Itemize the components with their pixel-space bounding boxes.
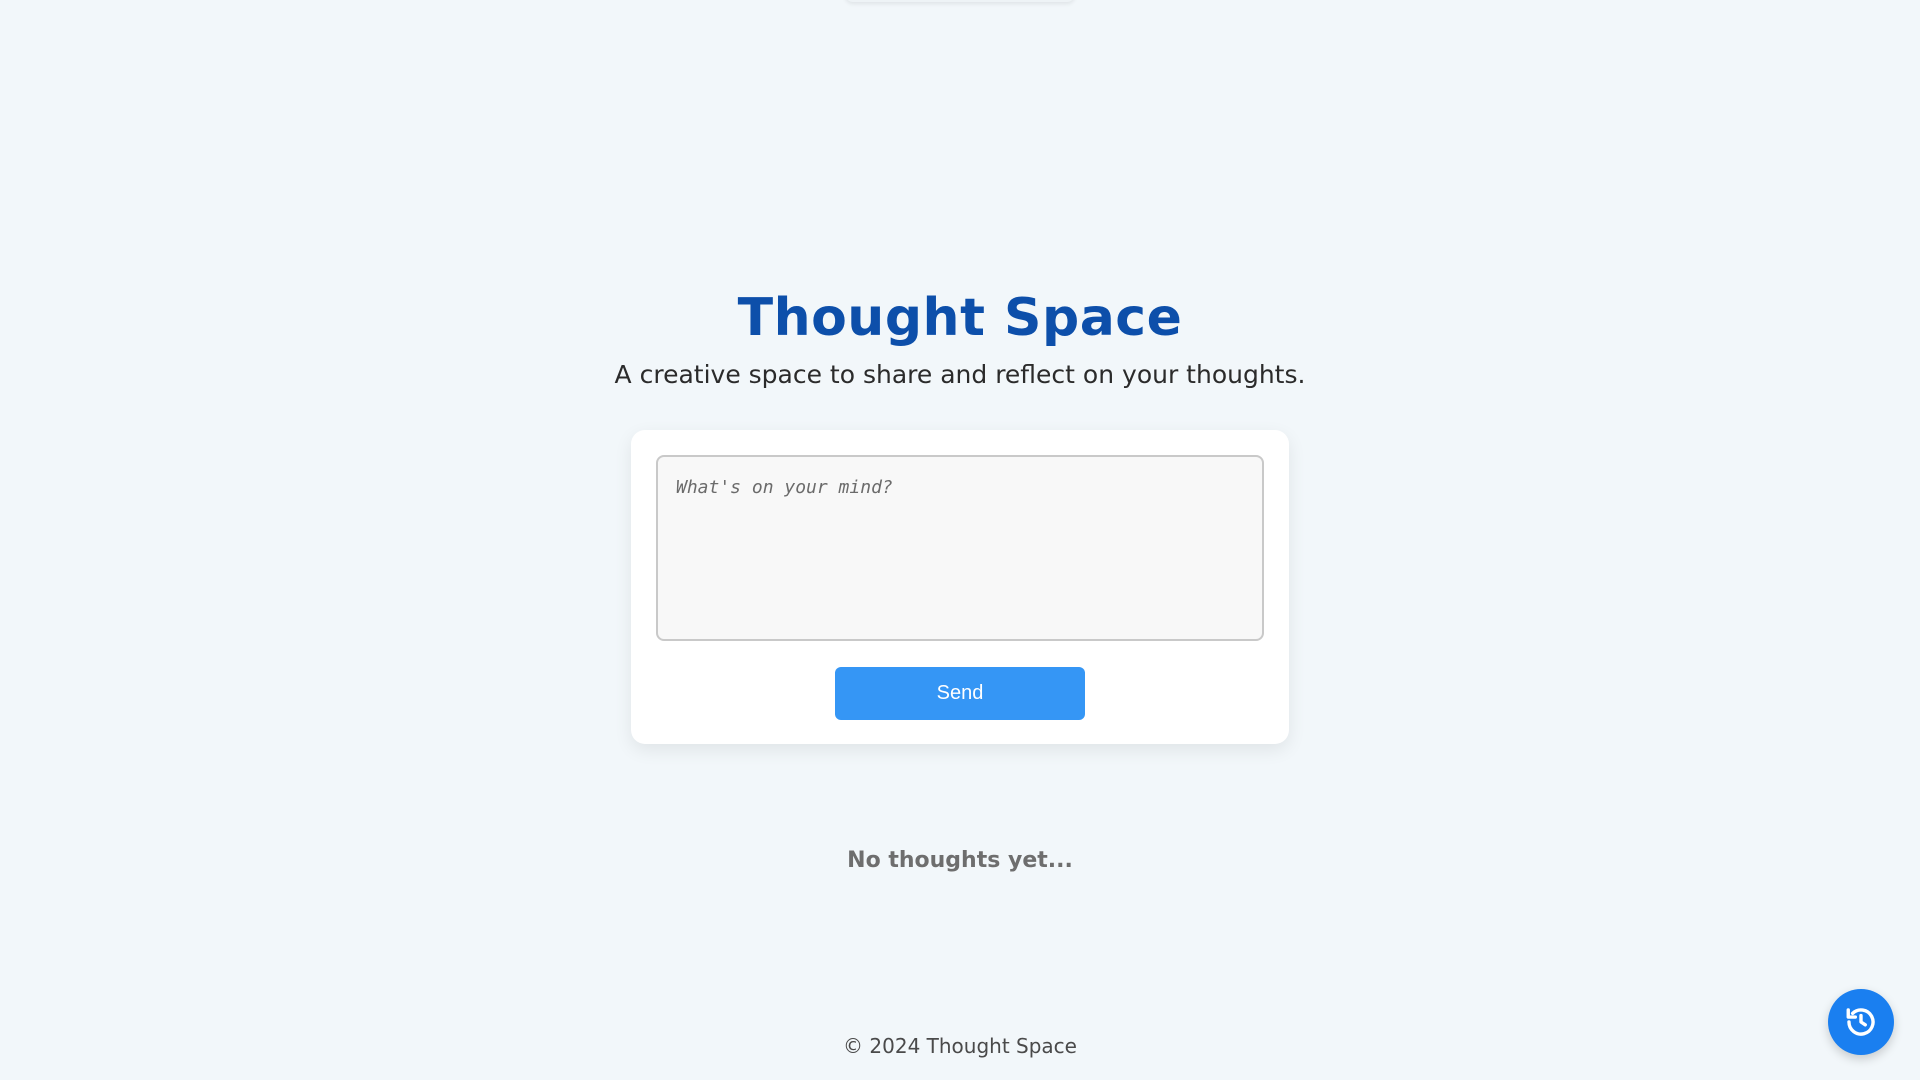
history-button[interactable] (1828, 989, 1894, 1055)
thought-input[interactable] (656, 455, 1264, 641)
empty-thoughts-message: No thoughts yet... (847, 848, 1073, 873)
top-edge-panel (845, 0, 1075, 2)
page-title: Thought Space (737, 288, 1183, 348)
footer-copyright: © 2024 Thought Space (843, 1034, 1077, 1058)
page: Thought Space A creative space to share … (0, 0, 1920, 1080)
page-subtitle: A creative space to share and reflect on… (614, 360, 1306, 389)
history-icon (1844, 1005, 1878, 1039)
composer-card: Send (631, 430, 1289, 744)
send-button[interactable]: Send (835, 667, 1085, 720)
